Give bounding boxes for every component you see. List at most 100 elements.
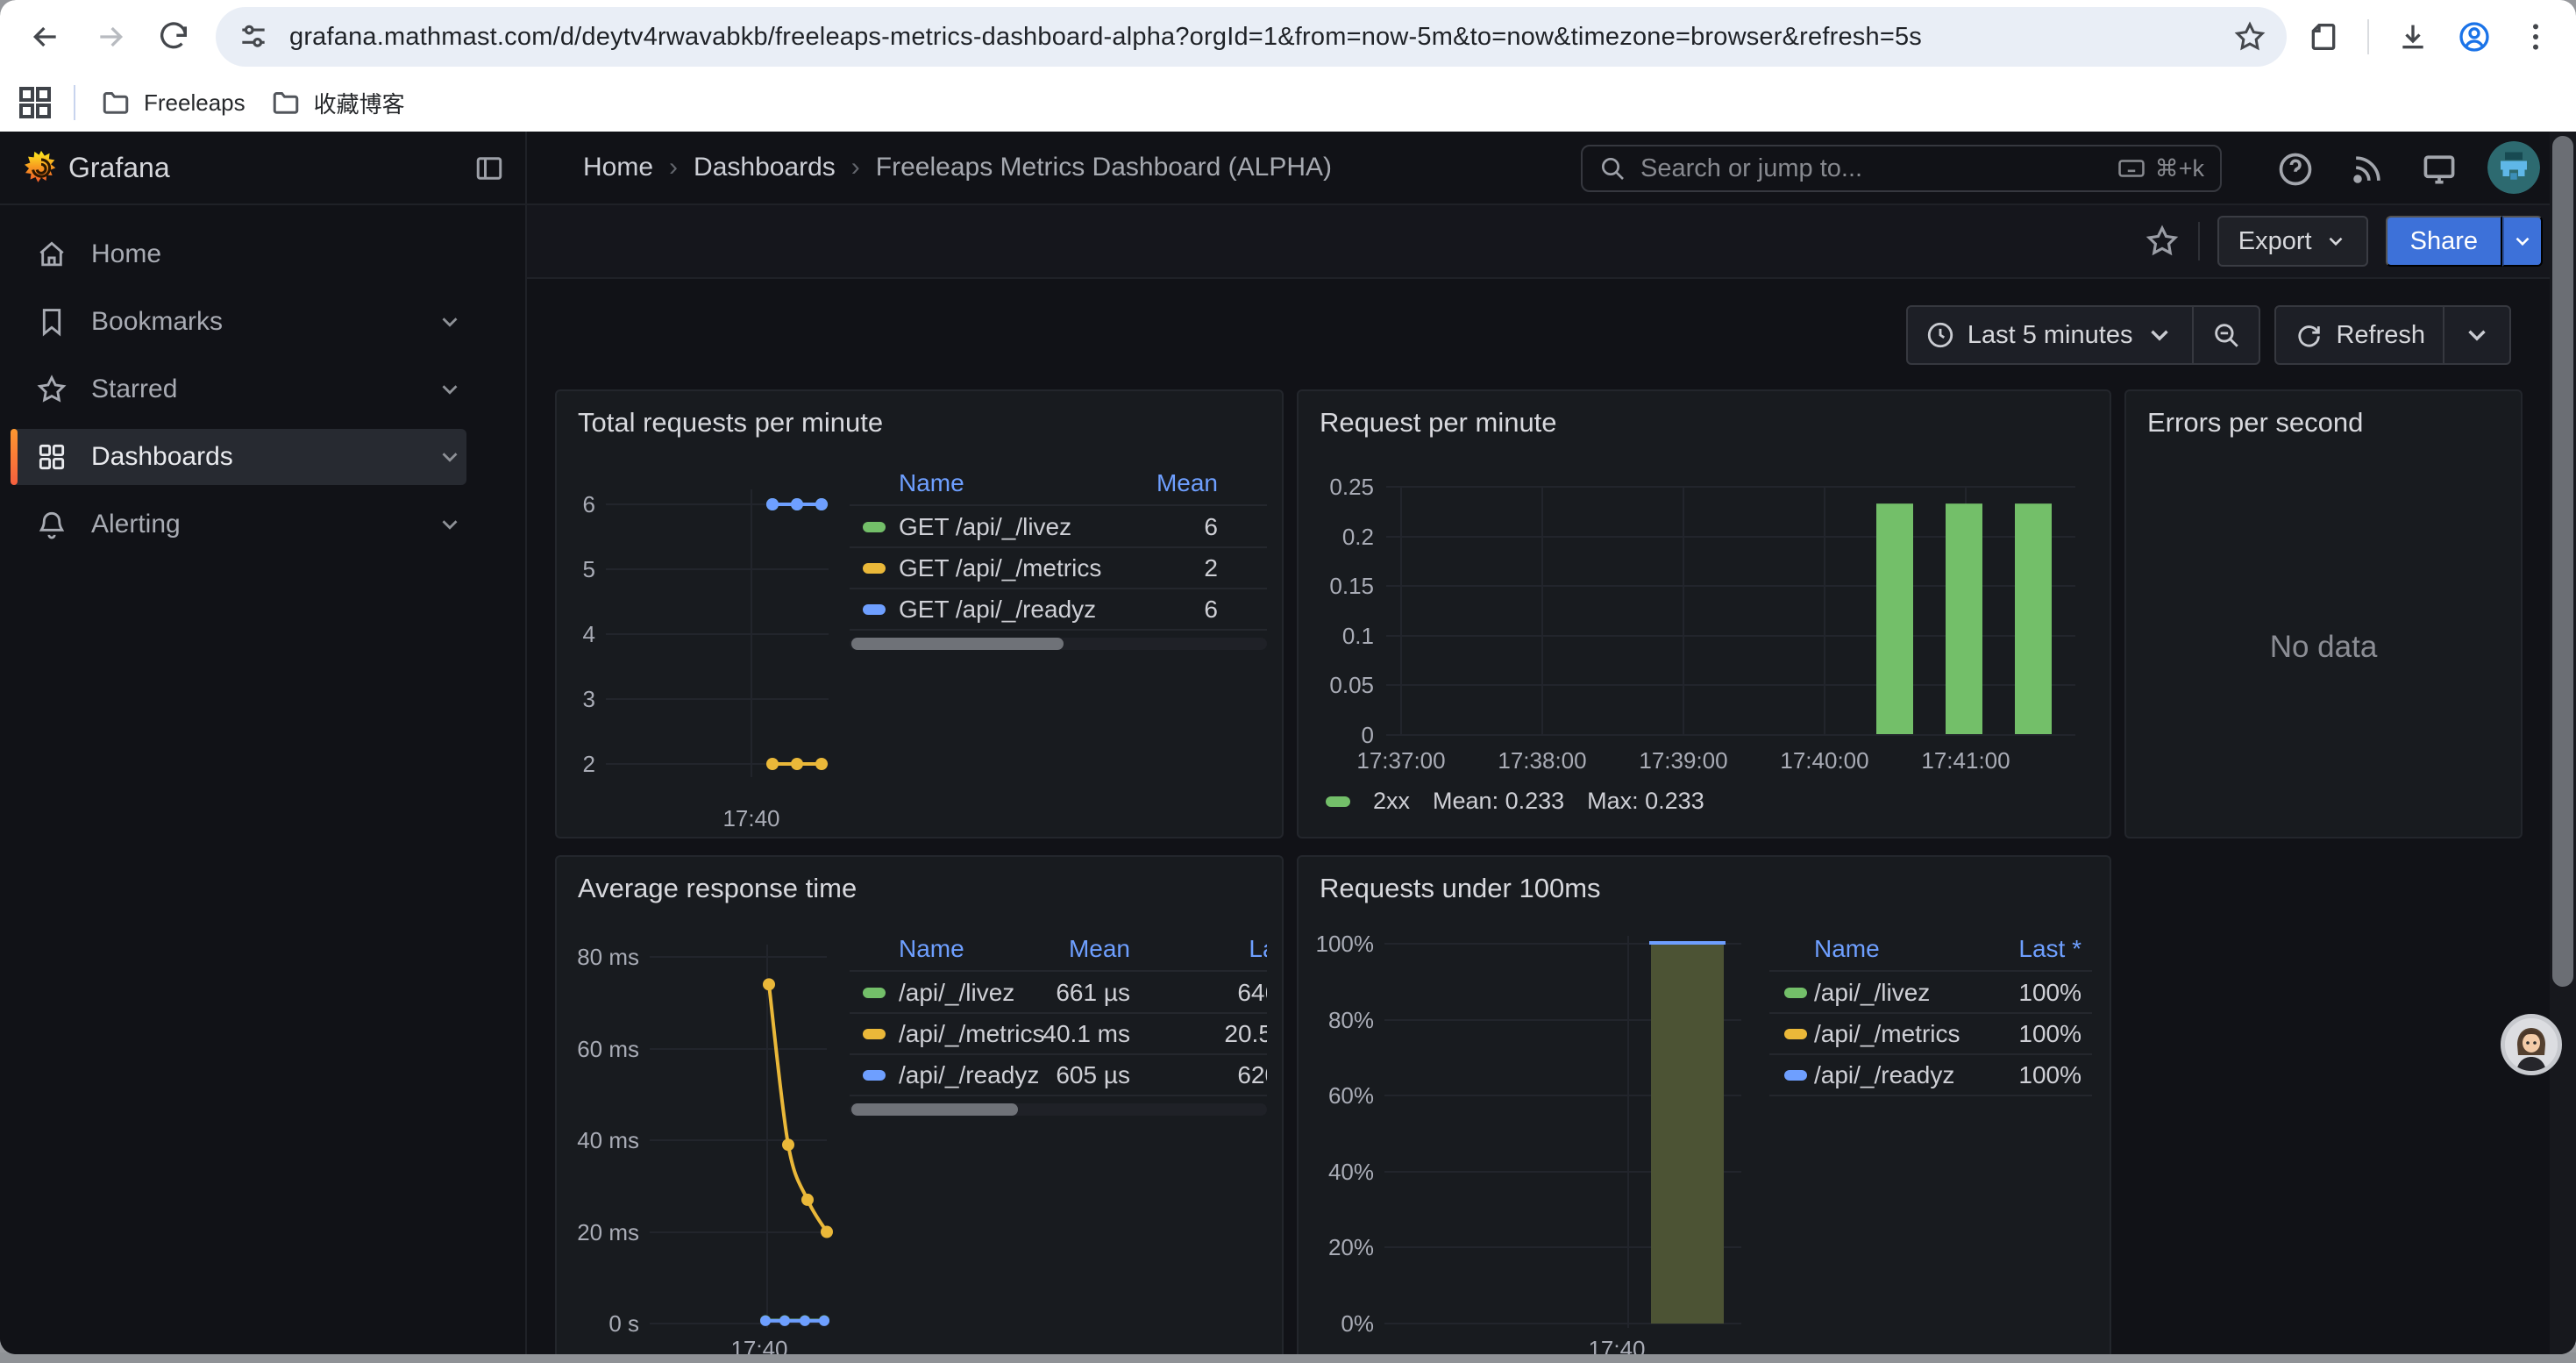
legend-row[interactable]: /api/_/metrics100%	[1769, 1013, 2092, 1054]
bell-icon	[35, 508, 68, 541]
sidebar-item-dashboards[interactable]: Dashboards	[11, 429, 466, 485]
star-icon	[35, 373, 68, 406]
series-value: 646 µs	[1237, 972, 1267, 1013]
menu-icon[interactable]	[2511, 12, 2560, 61]
chevron-down-icon[interactable]	[437, 511, 463, 538]
sidebar-item-alerting[interactable]: Alerting	[11, 496, 466, 553]
toolbar-divider	[2198, 222, 2200, 260]
site-settings-icon[interactable]	[237, 20, 270, 54]
legend-table: Name Last */api/_/livez100%/api/_/metrics…	[1769, 927, 2092, 1125]
legend-header[interactable]: Last *	[2018, 929, 2081, 969]
series-swatch	[863, 563, 886, 574]
legend-row[interactable]: /api/_/livez661 µs646 µs	[850, 972, 1267, 1013]
legend-row[interactable]: /api/_/livez100%	[1769, 972, 2092, 1013]
toolbar-divider	[2367, 19, 2369, 54]
legend-row[interactable]: GET /api/_/livez6	[850, 506, 1267, 547]
favorite-star-icon[interactable]	[2144, 223, 2181, 260]
legend-row[interactable]: /api/_/metrics40.1 ms20.5 ms	[850, 1013, 1267, 1054]
share-menu-button[interactable]	[2502, 216, 2543, 267]
bookmarks-bar: Freeleaps 收藏博客	[0, 74, 2576, 132]
series-value: 100%	[2018, 1054, 2081, 1095]
page-scrollbar[interactable]	[2550, 132, 2576, 1354]
help-icon[interactable]	[2276, 150, 2315, 189]
chevron-down-icon[interactable]	[437, 444, 463, 470]
refresh-icon	[2294, 320, 2323, 350]
legend-scrollbar[interactable]	[850, 638, 1267, 650]
breadcrumb-item[interactable]: Dashboards	[694, 153, 836, 182]
svg-text:40 ms: 40 ms	[577, 1127, 639, 1153]
series-swatch	[1784, 1029, 1807, 1039]
svg-text:20%: 20%	[1328, 1234, 1374, 1260]
url-bar[interactable]: grafana.mathmast.com/d/deytv4rwavabkb/fr…	[216, 7, 2287, 67]
legend-header[interactable]: Name	[899, 463, 964, 503]
panel-requests-under-100ms[interactable]: Requests under 100ms 100%80%60%40%20%0%1…	[1297, 855, 2111, 1354]
time-range-picker[interactable]: Last 5 minutes	[1908, 307, 2193, 363]
sidebar-item-home[interactable]: Home	[11, 226, 466, 282]
extension-icon[interactable]	[2299, 12, 2348, 61]
breadcrumb-item[interactable]: Home	[583, 153, 653, 182]
refresh-button[interactable]: Refresh	[2276, 307, 2443, 363]
user-avatar[interactable]	[2487, 141, 2540, 194]
news-rss-icon[interactable]	[2348, 150, 2387, 189]
legend-row[interactable]: GET /api/_/readyz 6	[850, 589, 1267, 630]
breadcrumb-item[interactable]: Freeleaps Metrics Dashboard (ALPHA)	[876, 153, 1332, 182]
scrollbar-thumb[interactable]	[2552, 136, 2573, 987]
svg-text:17:41:00: 17:41:00	[1921, 747, 2010, 774]
svg-text:100%: 100%	[1316, 931, 1375, 957]
svg-text:80%: 80%	[1328, 1007, 1374, 1033]
assistant-avatar[interactable]	[2501, 1014, 2562, 1075]
legend-header[interactable]: Mean	[1069, 929, 1130, 969]
legend-row[interactable]: /api/_/readyz100%	[1769, 1054, 2092, 1095]
panel-errors-per-second[interactable]: Errors per second No data	[2124, 389, 2523, 838]
search-input[interactable]	[1640, 154, 2117, 183]
panel-request-per-minute[interactable]: Request per minute 0.250.20.150.10.05017…	[1297, 389, 2111, 838]
series-value: 100%	[2018, 972, 2081, 1013]
bookmark-star-icon[interactable]	[2232, 19, 2267, 54]
zoom-out-button[interactable]	[2194, 307, 2259, 363]
bookmark-item[interactable]: Freeleaps	[100, 87, 246, 119]
legend-row[interactable]: GET /api/_/metrics2	[850, 547, 1267, 589]
svg-text:17:38:00: 17:38:00	[1498, 747, 1586, 774]
search-box[interactable]: ⌘+k	[1581, 145, 2222, 192]
legend[interactable]: 2xx Mean: 0.233 Max: 0.233	[1326, 788, 1704, 815]
legend-table: NameMeanLast */api/_/livez661 µs646 µs/a…	[850, 927, 1267, 1125]
monitor-icon[interactable]	[2420, 150, 2459, 189]
share-button[interactable]: Share	[2386, 216, 2502, 267]
export-button[interactable]: Export	[2217, 216, 2368, 267]
panel-average-response-time[interactable]: Average response time 80 ms60 ms40 ms20 …	[555, 855, 1284, 1354]
series-value: 6	[1204, 589, 1218, 630]
legend-scrollbar[interactable]	[850, 1103, 1267, 1116]
legend-scrollbar-thumb[interactable]	[851, 1103, 1018, 1116]
legend-header[interactable]: Last *	[1249, 929, 1267, 969]
legend-row[interactable]: /api/_/readyz605 µs620 µs	[850, 1054, 1267, 1095]
series-value: 661 µs	[1056, 972, 1130, 1013]
back-icon[interactable]	[21, 12, 70, 61]
downloads-icon[interactable]	[2388, 12, 2437, 61]
dashboard-toolbar: Export Share	[527, 205, 2576, 279]
refresh-interval-button[interactable]	[2444, 307, 2509, 363]
legend-header[interactable]: Name	[899, 929, 964, 969]
apps-grid-icon[interactable]	[14, 82, 56, 124]
legend-header[interactable]: Name	[1814, 929, 1880, 969]
panel-total-requests[interactable]: Total requests per minute 6543217:40 Nam…	[555, 389, 1284, 838]
chevron-down-icon[interactable]	[437, 309, 463, 335]
refresh-group: Refresh	[2274, 305, 2511, 365]
profile-icon[interactable]	[2450, 12, 2499, 61]
forward-icon[interactable]	[86, 12, 135, 61]
sidebar-item-starred[interactable]: Starred	[11, 361, 466, 417]
chevron-down-icon[interactable]	[437, 376, 463, 403]
svg-text:17:39:00: 17:39:00	[1639, 747, 1727, 774]
legend-header[interactable]: Mean	[1156, 463, 1218, 503]
url-text[interactable]: grafana.mathmast.com/d/deytv4rwavabkb/fr…	[289, 23, 2232, 52]
series-name: GET /api/_/readyz	[899, 589, 1096, 630]
reload-icon[interactable]	[149, 12, 198, 61]
sidebar-item-bookmarks[interactable]: Bookmarks	[11, 294, 466, 350]
svg-text:0.15: 0.15	[1329, 573, 1374, 599]
bookmark-item[interactable]: 收藏博客	[270, 87, 405, 119]
panel-title[interactable]: Errors per second	[2147, 407, 2363, 439]
series-value: 40.1 ms	[1042, 1013, 1130, 1054]
dock-sidebar-icon[interactable]	[473, 153, 505, 184]
chevron-down-icon	[2324, 230, 2347, 253]
svg-text:0.2: 0.2	[1342, 524, 1374, 550]
legend-scrollbar-thumb[interactable]	[851, 638, 1064, 650]
